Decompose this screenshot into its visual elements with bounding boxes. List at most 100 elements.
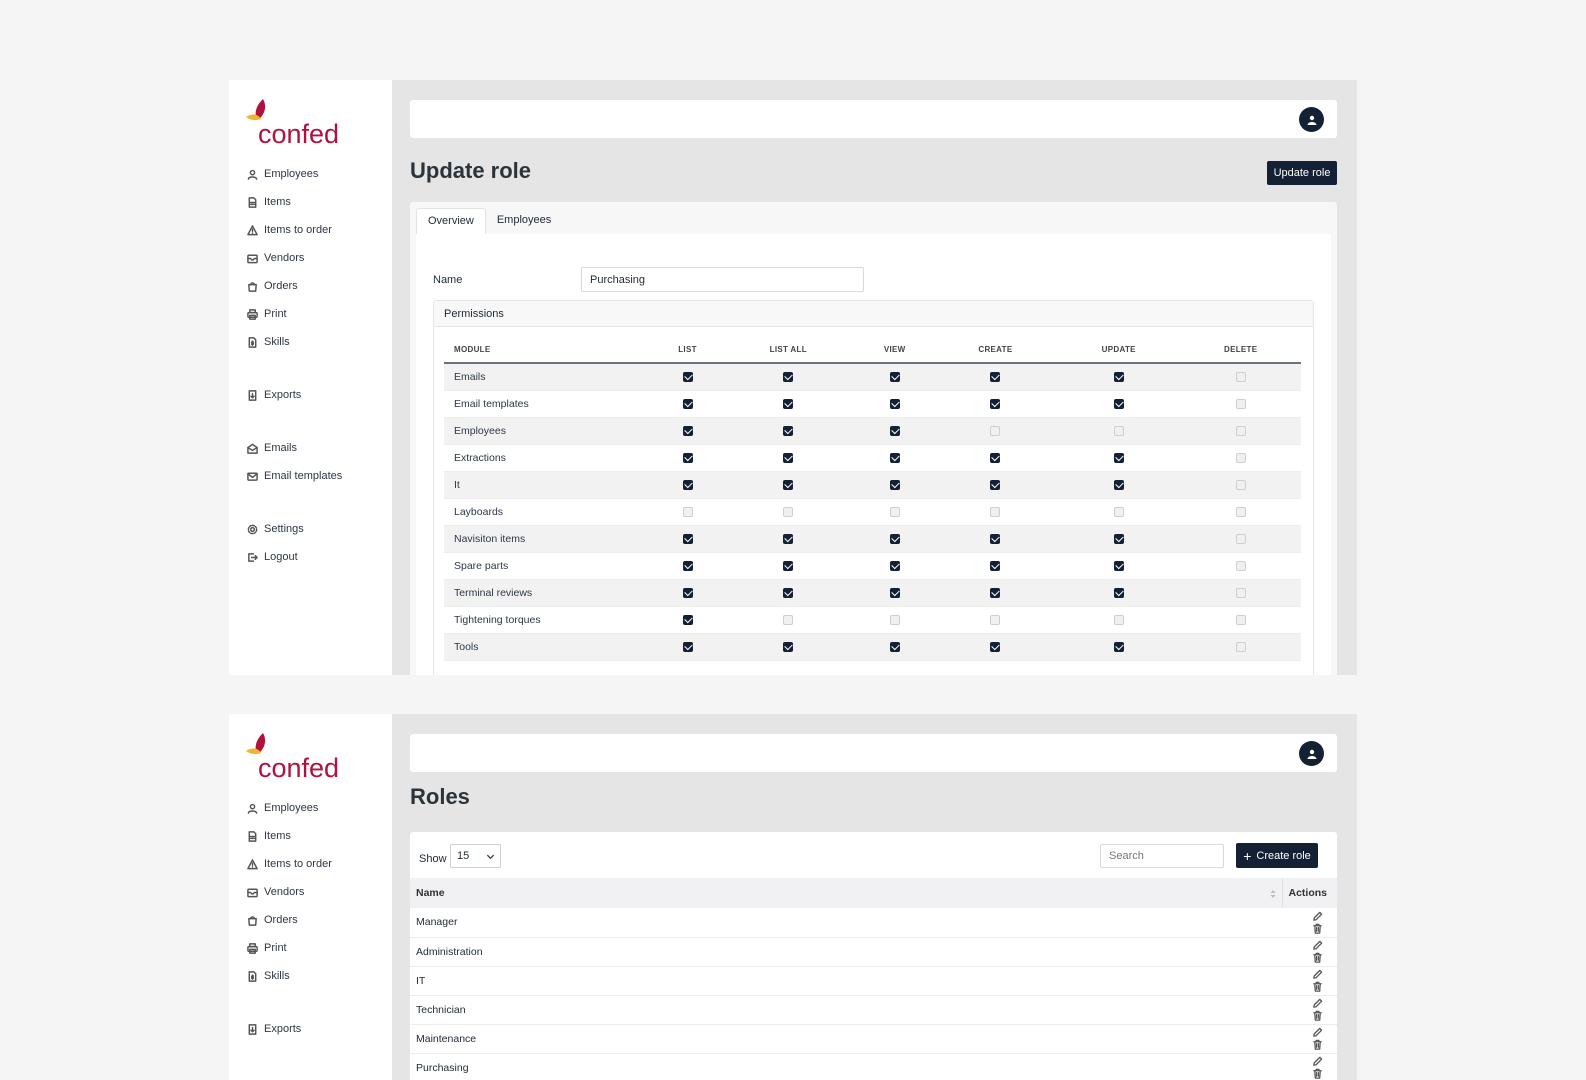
update-checkbox[interactable] bbox=[1113, 506, 1124, 517]
list-all-checkbox[interactable] bbox=[783, 479, 794, 490]
list-checkbox[interactable] bbox=[682, 506, 693, 517]
view-checkbox[interactable] bbox=[889, 425, 900, 436]
user-avatar-button[interactable] bbox=[1299, 741, 1324, 766]
list-all-checkbox[interactable] bbox=[783, 425, 794, 436]
sidebar-item-vendors[interactable]: Vendors bbox=[247, 878, 332, 906]
edit-icon[interactable] bbox=[1312, 940, 1323, 951]
trash-icon[interactable] bbox=[1312, 981, 1323, 992]
sidebar-item-orders[interactable]: Orders bbox=[247, 906, 332, 934]
delete-checkbox[interactable] bbox=[1235, 641, 1246, 652]
list-checkbox[interactable] bbox=[682, 371, 693, 382]
role-name-input[interactable] bbox=[581, 267, 864, 292]
sidebar-item-email-templates[interactable]: Email templates bbox=[247, 462, 342, 490]
delete-checkbox[interactable] bbox=[1235, 398, 1246, 409]
list-checkbox[interactable] bbox=[682, 614, 693, 625]
update-checkbox[interactable] bbox=[1113, 641, 1124, 652]
edit-icon[interactable] bbox=[1312, 998, 1323, 1009]
sidebar-item-print[interactable]: Print bbox=[247, 934, 332, 962]
user-avatar-button[interactable] bbox=[1299, 107, 1324, 132]
list-all-checkbox[interactable] bbox=[783, 506, 794, 517]
list-checkbox[interactable] bbox=[682, 587, 693, 598]
create-role-button[interactable]: + Create role bbox=[1236, 843, 1318, 868]
delete-checkbox[interactable] bbox=[1235, 533, 1246, 544]
sidebar-item-exports[interactable]: Exports bbox=[247, 1015, 332, 1043]
list-all-checkbox[interactable] bbox=[783, 587, 794, 598]
create-checkbox[interactable] bbox=[990, 452, 1001, 463]
sidebar-item-employees[interactable]: Employees bbox=[247, 160, 342, 188]
view-checkbox[interactable] bbox=[889, 560, 900, 571]
view-checkbox[interactable] bbox=[889, 533, 900, 544]
tab-employees[interactable]: Employees bbox=[486, 208, 562, 234]
create-checkbox[interactable] bbox=[990, 425, 1001, 436]
sidebar-item-skills[interactable]: Skills bbox=[247, 962, 332, 990]
confed-logo[interactable]: confed bbox=[246, 732, 356, 783]
update-checkbox[interactable] bbox=[1113, 533, 1124, 544]
list-all-checkbox[interactable] bbox=[783, 533, 794, 544]
sidebar-item-items[interactable]: Items bbox=[247, 188, 342, 216]
sidebar-item-emails[interactable]: Emails bbox=[247, 434, 342, 462]
table-row[interactable]: Technician bbox=[410, 995, 1337, 1025]
update-checkbox[interactable] bbox=[1113, 587, 1124, 598]
view-checkbox[interactable] bbox=[889, 371, 900, 382]
update-checkbox[interactable] bbox=[1113, 560, 1124, 571]
create-checkbox[interactable] bbox=[990, 479, 1001, 490]
list-checkbox[interactable] bbox=[682, 425, 693, 436]
edit-icon[interactable] bbox=[1312, 911, 1323, 922]
sidebar-item-vendors[interactable]: Vendors bbox=[247, 244, 342, 272]
create-checkbox[interactable] bbox=[990, 506, 1001, 517]
table-row[interactable]: IT bbox=[410, 966, 1337, 996]
list-all-checkbox[interactable] bbox=[783, 614, 794, 625]
list-checkbox[interactable] bbox=[682, 560, 693, 571]
table-row[interactable]: Administration bbox=[410, 937, 1337, 967]
update-checkbox[interactable] bbox=[1113, 614, 1124, 625]
trash-icon[interactable] bbox=[1312, 1039, 1323, 1050]
list-all-checkbox[interactable] bbox=[783, 398, 794, 409]
page-size-select[interactable]: 15 bbox=[450, 844, 501, 868]
delete-checkbox[interactable] bbox=[1235, 452, 1246, 463]
edit-icon[interactable] bbox=[1312, 969, 1323, 980]
view-checkbox[interactable] bbox=[889, 479, 900, 490]
list-checkbox[interactable] bbox=[682, 533, 693, 544]
delete-checkbox[interactable] bbox=[1235, 479, 1246, 490]
update-checkbox[interactable] bbox=[1113, 479, 1124, 490]
delete-checkbox[interactable] bbox=[1235, 371, 1246, 382]
trash-icon[interactable] bbox=[1312, 1010, 1323, 1021]
table-row[interactable]: Purchasing bbox=[410, 1053, 1337, 1080]
update-checkbox[interactable] bbox=[1113, 425, 1124, 436]
create-checkbox[interactable] bbox=[990, 641, 1001, 652]
sidebar-item-items[interactable]: Items bbox=[247, 822, 332, 850]
list-checkbox[interactable] bbox=[682, 479, 693, 490]
edit-icon[interactable] bbox=[1312, 1027, 1323, 1038]
tab-overview[interactable]: Overview bbox=[416, 208, 486, 234]
search-input[interactable] bbox=[1100, 844, 1224, 868]
create-checkbox[interactable] bbox=[990, 533, 1001, 544]
col-name[interactable]: Name bbox=[410, 878, 1282, 908]
trash-icon[interactable] bbox=[1312, 1068, 1323, 1079]
create-checkbox[interactable] bbox=[990, 614, 1001, 625]
sidebar-item-employees[interactable]: Employees bbox=[247, 794, 332, 822]
update-checkbox[interactable] bbox=[1113, 398, 1124, 409]
list-all-checkbox[interactable] bbox=[783, 371, 794, 382]
trash-icon[interactable] bbox=[1312, 923, 1323, 934]
sidebar-item-orders[interactable]: Orders bbox=[247, 272, 342, 300]
edit-icon[interactable] bbox=[1312, 1056, 1323, 1067]
sidebar-item-settings[interactable]: Settings bbox=[247, 515, 342, 543]
view-checkbox[interactable] bbox=[889, 452, 900, 463]
create-checkbox[interactable] bbox=[990, 587, 1001, 598]
list-all-checkbox[interactable] bbox=[783, 560, 794, 571]
sidebar-item-exports[interactable]: Exports bbox=[247, 381, 342, 409]
list-checkbox[interactable] bbox=[682, 452, 693, 463]
list-checkbox[interactable] bbox=[682, 641, 693, 652]
list-checkbox[interactable] bbox=[682, 398, 693, 409]
trash-icon[interactable] bbox=[1312, 952, 1323, 963]
update-role-button[interactable]: Update role bbox=[1267, 161, 1337, 185]
list-all-checkbox[interactable] bbox=[783, 452, 794, 463]
view-checkbox[interactable] bbox=[889, 506, 900, 517]
sidebar-item-print[interactable]: Print bbox=[247, 300, 342, 328]
create-checkbox[interactable] bbox=[990, 371, 1001, 382]
update-checkbox[interactable] bbox=[1113, 452, 1124, 463]
sidebar-item-items-to-order[interactable]: Items to order bbox=[247, 216, 342, 244]
view-checkbox[interactable] bbox=[889, 641, 900, 652]
delete-checkbox[interactable] bbox=[1235, 614, 1246, 625]
view-checkbox[interactable] bbox=[889, 587, 900, 598]
